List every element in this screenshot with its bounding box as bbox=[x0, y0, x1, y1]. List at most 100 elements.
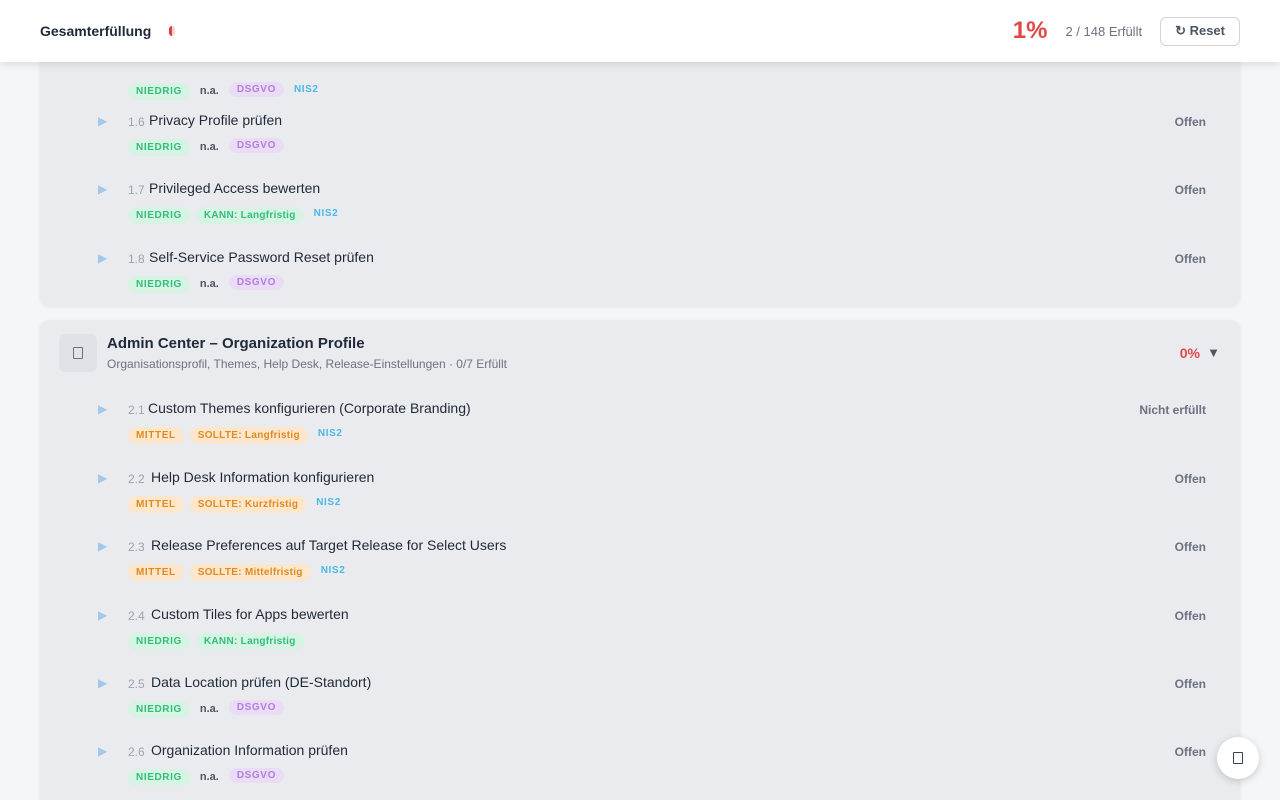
list-item[interactable]: ▶ 1.7 Privileged Access bewerten Offen N… bbox=[40, 180, 1240, 240]
reset-button[interactable]: ↻ Reset bbox=[1160, 16, 1240, 46]
document-icon bbox=[1233, 752, 1243, 764]
section-header[interactable]: Admin Center – Organization Profile Orga… bbox=[40, 320, 1240, 386]
item-title: Privacy Profile prüfen bbox=[149, 112, 283, 128]
list-item[interactable]: NIEDRIG n.a. DSGVO NIS2 bbox=[40, 56, 1240, 116]
item-status[interactable]: Offen bbox=[1175, 472, 1206, 486]
item-title: Custom Tiles for Apps bewerten bbox=[151, 606, 349, 622]
list-item[interactable]: ▶ 2.5 Data Location prüfen (DE-Standort)… bbox=[40, 674, 1240, 734]
item-badges: NIEDRIG KANN: Langfristig NIS2 bbox=[128, 206, 342, 224]
priority-badge: MITTEL bbox=[128, 495, 184, 513]
item-number: 2.5 bbox=[128, 677, 145, 691]
item-badges: NIEDRIG KANN: Langfristig bbox=[128, 632, 304, 650]
item-badges: NIEDRIG n.a. DSGVO NIS2 bbox=[128, 82, 323, 100]
not-applicable-label: n.a. bbox=[199, 278, 219, 290]
priority-badge: NIEDRIG bbox=[128, 206, 190, 224]
nis2-tag: NIS2 bbox=[316, 496, 341, 508]
item-badges: MITTEL SOLLTE: Langfristig NIS2 bbox=[128, 426, 347, 444]
not-applicable-label: n.a. bbox=[199, 85, 219, 97]
item-title: Organization Information prüfen bbox=[151, 742, 348, 758]
play-triangle-icon[interactable]: ▶ bbox=[98, 608, 107, 622]
overall-title: Gesamterfüllung bbox=[40, 23, 152, 39]
item-number: 2.1 bbox=[128, 403, 145, 417]
play-triangle-icon[interactable]: ▶ bbox=[98, 676, 107, 690]
section-percent: 0% bbox=[1179, 345, 1200, 361]
play-triangle-icon[interactable]: ▶ bbox=[98, 471, 107, 485]
recommendation-badge: KANN: Langfristig bbox=[195, 206, 304, 224]
item-status[interactable]: Offen bbox=[1175, 115, 1206, 129]
overall-count: 2 / 148 Erfüllt bbox=[1065, 23, 1143, 39]
recommendation-badge: SOLLTE: Mittelfristig bbox=[189, 563, 311, 581]
item-status[interactable]: Offen bbox=[1175, 183, 1206, 197]
overall-progress-bar: Gesamterfüllung 1% 2 / 148 Erfüllt ↻ Res… bbox=[0, 0, 1280, 62]
dsgvo-tag: DSGVO bbox=[228, 768, 284, 783]
recommendation-badge: SOLLTE: Kurzfristig bbox=[189, 495, 307, 513]
not-applicable-label: n.a. bbox=[199, 141, 219, 153]
item-number: 1.8 bbox=[128, 252, 145, 266]
overall-progress-track bbox=[169, 26, 176, 36]
section-subtitle: Organisationsprofil, Themes, Help Desk, … bbox=[107, 357, 507, 371]
priority-badge: NIEDRIG bbox=[128, 700, 190, 718]
play-triangle-icon[interactable]: ▶ bbox=[98, 402, 107, 416]
item-title: Privileged Access bewerten bbox=[149, 180, 321, 196]
play-triangle-icon[interactable]: ▶ bbox=[98, 251, 107, 265]
dsgvo-tag: DSGVO bbox=[228, 275, 284, 290]
not-applicable-label: n.a. bbox=[199, 703, 219, 715]
item-number: 2.2 bbox=[128, 472, 145, 486]
item-number: 1.7 bbox=[128, 183, 145, 197]
item-status[interactable]: Offen bbox=[1175, 609, 1206, 623]
priority-badge: NIEDRIG bbox=[128, 82, 190, 100]
priority-badge: NIEDRIG bbox=[128, 768, 190, 786]
dsgvo-tag: DSGVO bbox=[228, 138, 284, 153]
recommendation-badge: KANN: Langfristig bbox=[195, 632, 304, 650]
not-applicable-label: n.a. bbox=[199, 771, 219, 783]
list-item[interactable]: ▶ 2.6 Organization Information prüfen Of… bbox=[40, 742, 1240, 800]
item-status[interactable]: Offen bbox=[1175, 745, 1206, 759]
item-number: 1.6 bbox=[128, 115, 145, 129]
item-title: Self-Service Password Reset prüfen bbox=[149, 249, 374, 265]
item-badges: MITTEL SOLLTE: Kurzfristig NIS2 bbox=[128, 495, 345, 513]
play-triangle-icon[interactable]: ▶ bbox=[98, 114, 107, 128]
item-badges: NIEDRIG n.a. DSGVO bbox=[128, 768, 284, 786]
item-number: 2.6 bbox=[128, 745, 145, 759]
list-item[interactable]: ▶ 2.3 Release Preferences auf Target Rel… bbox=[40, 537, 1240, 597]
nis2-tag: NIS2 bbox=[293, 83, 319, 95]
list-item[interactable]: ▶ 2.4 Custom Tiles for Apps bewerten Off… bbox=[40, 606, 1240, 666]
item-status[interactable]: Nicht erfüllt bbox=[1139, 403, 1206, 417]
document-icon bbox=[59, 334, 97, 372]
priority-badge: NIEDRIG bbox=[128, 632, 190, 650]
recommendation-badge: SOLLTE: Langfristig bbox=[189, 426, 308, 444]
item-number: 2.3 bbox=[128, 540, 145, 554]
item-title: Release Preferences auf Target Release f… bbox=[151, 537, 507, 553]
priority-badge: NIEDRIG bbox=[128, 275, 190, 293]
item-status[interactable]: Offen bbox=[1175, 677, 1206, 691]
overall-progress-fill bbox=[169, 26, 173, 36]
item-status[interactable]: Offen bbox=[1175, 540, 1206, 554]
play-triangle-icon[interactable]: ▶ bbox=[98, 744, 107, 758]
overall-percent: 1% bbox=[1012, 17, 1048, 44]
floating-document-button[interactable] bbox=[1217, 737, 1259, 779]
item-badges: MITTEL SOLLTE: Mittelfristig NIS2 bbox=[128, 563, 349, 581]
dsgvo-tag: DSGVO bbox=[228, 700, 284, 715]
item-badges: NIEDRIG n.a. DSGVO bbox=[128, 138, 284, 156]
section-card-1: NIEDRIG n.a. DSGVO NIS2 ▶ 1.6 Privacy Profi… bbox=[40, 20, 1240, 306]
play-triangle-icon[interactable]: ▶ bbox=[98, 539, 107, 553]
chevron-down-icon[interactable]: ▼ bbox=[1207, 345, 1220, 360]
item-title: Data Location prüfen (DE-Standort) bbox=[151, 674, 372, 690]
dsgvo-tag: DSGVO bbox=[228, 82, 284, 97]
list-item[interactable]: ▶ 2.1 Custom Themes konfigurieren (Corpo… bbox=[40, 400, 1240, 460]
priority-badge: MITTEL bbox=[128, 563, 184, 581]
item-title: Help Desk Information konfigurieren bbox=[151, 469, 375, 485]
list-item[interactable]: ▶ 1.8 Self-Service Password Reset prüfen… bbox=[40, 249, 1240, 309]
item-badges: NIEDRIG n.a. DSGVO bbox=[128, 700, 284, 718]
list-item[interactable]: ▶ 2.2 Help Desk Information konfiguriere… bbox=[40, 469, 1240, 529]
item-number: 2.4 bbox=[128, 609, 145, 623]
item-badges: NIEDRIG n.a. DSGVO bbox=[128, 275, 284, 293]
list-item[interactable]: ▶ 1.6 Privacy Profile prüfen Offen NIEDR… bbox=[40, 112, 1240, 172]
play-triangle-icon[interactable]: ▶ bbox=[98, 182, 107, 196]
priority-badge: MITTEL bbox=[128, 426, 184, 444]
section-title: Admin Center – Organization Profile bbox=[107, 335, 365, 352]
item-title: Custom Themes konfigurieren (Corporate B… bbox=[148, 400, 471, 416]
nis2-tag: NIS2 bbox=[317, 427, 343, 439]
priority-badge: NIEDRIG bbox=[128, 138, 190, 156]
item-status[interactable]: Offen bbox=[1175, 252, 1206, 266]
